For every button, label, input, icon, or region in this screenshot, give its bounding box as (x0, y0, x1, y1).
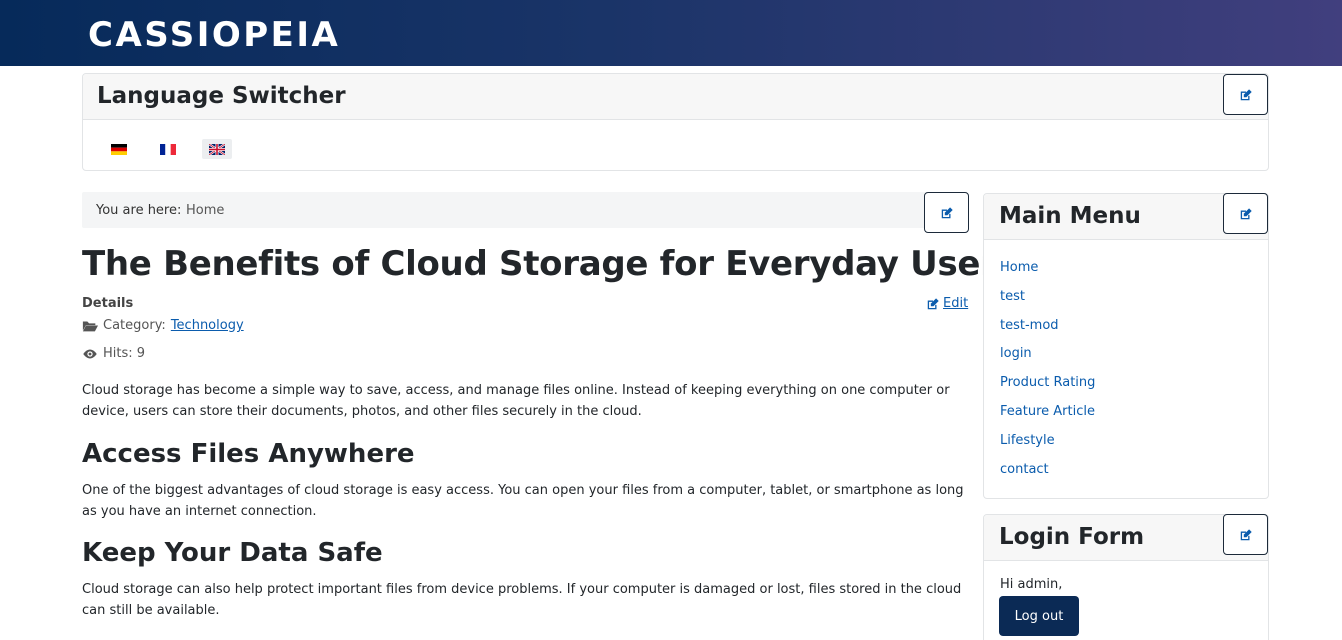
menu-item-product-rating[interactable]: Product Rating (1000, 375, 1095, 390)
hits-text: Hits: 9 (103, 346, 146, 361)
menu-item-test[interactable]: test (1000, 289, 1025, 304)
breadcrumb-home: Home (186, 203, 225, 218)
language-switcher-module: Language Switcher (82, 73, 1269, 171)
module-header: Language Switcher (83, 74, 1268, 120)
language-de[interactable] (104, 139, 134, 159)
site-header: CASSIOPEIA (0, 0, 1342, 66)
menu-item-feature-article[interactable]: Feature Article (1000, 404, 1095, 419)
logout-button[interactable]: Log out (999, 596, 1079, 636)
section-heading: Keep Your Data Safe (82, 538, 383, 568)
category-label: Category: (103, 318, 166, 333)
article-intro: Cloud storage has become a simple way to… (82, 383, 950, 419)
breadcrumb-label: You are here: (96, 203, 182, 218)
edit-icon (927, 297, 939, 309)
article-category: Category: Technology (82, 318, 244, 333)
edit-icon (1240, 528, 1252, 540)
section-text: Cloud storage can also help protect impo… (82, 582, 962, 618)
uk-flag-icon (209, 143, 225, 155)
language-en[interactable] (202, 139, 232, 159)
edit-icon (1240, 207, 1252, 219)
article-details-label: Details (82, 296, 134, 311)
edit-icon (941, 206, 953, 218)
eye-icon (83, 349, 97, 358)
article-hits: Hits: 9 (82, 346, 145, 361)
edit-module-button[interactable] (1223, 193, 1268, 234)
german-flag-icon (111, 143, 127, 155)
french-flag-icon (160, 143, 176, 155)
menu-item-login[interactable]: login (1000, 346, 1032, 361)
edit-module-button[interactable] (1223, 514, 1268, 555)
edit-article-label: Edit (943, 296, 969, 311)
site-brand[interactable]: CASSIOPEIA (88, 15, 340, 55)
module-title: Language Switcher (97, 83, 346, 109)
article-title: The Benefits of Cloud Storage for Everyd… (82, 244, 1017, 284)
section-text: One of the biggest advantages of cloud s… (82, 483, 964, 519)
category-link[interactable]: Technology (171, 318, 244, 333)
section-heading: Access Files Anywhere (82, 439, 415, 469)
edit-article-link[interactable]: Edit (926, 296, 968, 311)
breadcrumb: You are here: Home (82, 192, 968, 228)
module-title: Main Menu (999, 203, 1141, 229)
login-greeting: Hi admin, (1000, 577, 1063, 592)
module-title: Login Form (999, 524, 1145, 550)
edit-module-button[interactable] (1223, 74, 1268, 115)
edit-breadcrumb-button[interactable] (924, 192, 969, 233)
folder-open-icon (82, 321, 98, 331)
menu-item-home[interactable]: Home (1000, 260, 1038, 275)
edit-icon (1240, 88, 1252, 100)
menu-item-lifestyle[interactable]: Lifestyle (1000, 433, 1055, 448)
menu-item-test-mod[interactable]: test-mod (1000, 318, 1059, 333)
menu-item-contact[interactable]: contact (1000, 462, 1049, 477)
language-fr[interactable] (153, 139, 183, 159)
